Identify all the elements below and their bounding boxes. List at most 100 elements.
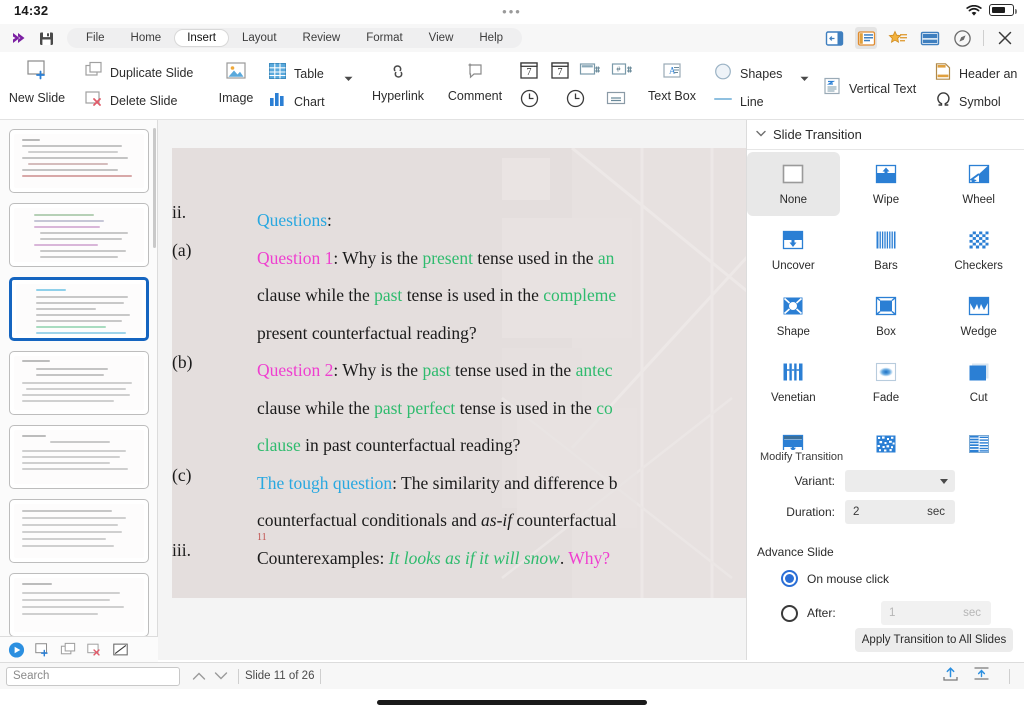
image-button[interactable]: Image xyxy=(212,60,260,105)
transition-wheel[interactable]: Wheel xyxy=(932,152,1024,216)
slide-text-span: : Why is the xyxy=(333,360,422,380)
collapse-sidebar-icon[interactable] xyxy=(823,27,845,49)
help-compass-icon[interactable] xyxy=(951,27,973,49)
slide-line-marker: (b) xyxy=(172,352,232,373)
favorites-icon[interactable] xyxy=(887,27,909,49)
close-icon[interactable] xyxy=(994,27,1016,49)
tab-view[interactable]: View xyxy=(416,29,467,47)
export-icon[interactable] xyxy=(941,665,960,687)
slide-line: (b) Question 2: Why is the past tense us… xyxy=(257,352,746,390)
header-and-footer-button[interactable]: Header an xyxy=(934,62,1017,86)
delete-slide-button[interactable]: Delete Slide xyxy=(84,89,177,113)
transition-box[interactable]: Box xyxy=(840,284,933,348)
tab-insert[interactable]: Insert xyxy=(174,29,229,47)
fit-slide-icon[interactable] xyxy=(972,665,991,687)
variant-select[interactable] xyxy=(845,470,955,492)
presenter-view-icon[interactable] xyxy=(919,27,941,49)
hyperlink-button[interactable]: Hyperlink xyxy=(366,62,430,103)
transition-venetian[interactable]: Venetian xyxy=(747,350,840,414)
slide-text-span: Question 1 xyxy=(257,248,333,268)
duplicate-slide-icon[interactable] xyxy=(60,641,77,658)
battery-icon xyxy=(989,4,1014,16)
slide-canvas[interactable]: ii. Questions: (a) Question 1: Why is th… xyxy=(158,120,746,660)
tab-review[interactable]: Review xyxy=(290,29,354,47)
slide-thumbnail-panel[interactable] xyxy=(0,120,158,660)
delete-slide-icon[interactable] xyxy=(86,641,103,658)
vertical-text-button[interactable]: Vertical Text xyxy=(822,76,916,101)
tab-help[interactable]: Help xyxy=(466,29,516,47)
transition-shape[interactable]: Shape xyxy=(747,284,840,348)
slide-text-span: antec xyxy=(576,360,613,380)
save-icon[interactable] xyxy=(38,30,55,47)
after-row[interactable]: After: 1 sec xyxy=(747,601,1024,625)
slide-text-span: past xyxy=(422,360,450,380)
slide-thumbnail-2[interactable] xyxy=(9,203,149,267)
chevron-down-icon[interactable] xyxy=(756,129,766,140)
transition-wipe[interactable]: Wipe xyxy=(840,152,933,216)
shapes-button[interactable]: Shapes xyxy=(713,62,782,86)
transition-label: Fade xyxy=(873,392,899,404)
slide-thumbnail-3[interactable] xyxy=(9,277,149,341)
variant-label: Variant: xyxy=(747,474,845,488)
on-mouse-click-row[interactable]: On mouse click xyxy=(747,570,1024,587)
slide-thumbnail-6[interactable] xyxy=(9,499,149,563)
duration-input[interactable]: 2 sec xyxy=(845,500,955,524)
table-button[interactable]: Table xyxy=(268,62,324,85)
transition-none[interactable]: None xyxy=(747,152,840,216)
duplicate-slide-button[interactable]: Duplicate Slide xyxy=(84,61,193,85)
slide-text-span: an xyxy=(598,248,615,268)
slide-thumbnail-5[interactable] xyxy=(9,425,149,489)
thumbnail-preview xyxy=(14,208,144,262)
transition-shape-icon xyxy=(775,295,811,322)
play-slideshow-icon[interactable] xyxy=(8,641,25,658)
comment-button[interactable]: Comment xyxy=(444,61,506,103)
time-button[interactable] xyxy=(519,88,540,114)
slide-thumbnail-1[interactable] xyxy=(9,129,149,193)
new-slide-button[interactable]: New Slide xyxy=(8,58,66,105)
tab-format[interactable]: Format xyxy=(353,29,415,47)
symbol-button[interactable]: Symbol xyxy=(934,90,1001,114)
apply-transition-to-all-slides-button[interactable]: Apply Transition to All Slides xyxy=(855,628,1013,652)
new-slide-icon[interactable] xyxy=(34,641,51,658)
transition-bars[interactable]: Bars xyxy=(840,218,933,282)
date-button[interactable]: 7 xyxy=(518,60,540,85)
slide-text-span: tense is used in the xyxy=(402,285,543,305)
after-radio[interactable] xyxy=(781,605,798,622)
transition-label: Uncover xyxy=(772,260,815,272)
slide-text-span: clause xyxy=(257,435,301,455)
tab-file[interactable]: File xyxy=(73,29,118,47)
slide-number-button[interactable] xyxy=(578,60,602,85)
tab-home[interactable]: Home xyxy=(118,29,175,47)
date-alt-button[interactable]: 7 xyxy=(549,60,571,85)
search-prev-button[interactable] xyxy=(188,665,210,687)
slide-layout-icon[interactable] xyxy=(112,641,129,658)
search-input[interactable]: Search xyxy=(6,667,180,686)
outline-view-icon[interactable] xyxy=(855,27,877,49)
variant-row: Variant: xyxy=(747,470,1024,492)
new-slide-label: New Slide xyxy=(9,91,65,105)
transition-checkers[interactable]: Checkers xyxy=(932,218,1024,282)
transition-cut[interactable]: Cut xyxy=(932,350,1024,414)
line-button[interactable]: Line xyxy=(713,91,764,112)
transition-panel-header[interactable]: Slide Transition xyxy=(747,120,1024,150)
slide-thumbnail-7[interactable] xyxy=(9,573,149,637)
slide-thumbnail-4[interactable] xyxy=(9,351,149,415)
slide-count-button[interactable]: # xyxy=(610,60,634,85)
transition-fade[interactable]: Fade xyxy=(840,350,933,414)
shapes-dropdown-arrow[interactable] xyxy=(800,69,809,87)
chart-button[interactable]: Chart xyxy=(268,90,325,113)
text-box-button[interactable]: A Text Box xyxy=(641,61,703,103)
table-dropdown-arrow[interactable] xyxy=(344,69,353,87)
transition-wedge[interactable]: Wedge xyxy=(932,284,1024,348)
placeholder-button[interactable] xyxy=(605,90,627,111)
slide-body-text: ii. Questions: (a) Question 1: Why is th… xyxy=(257,202,746,577)
after-duration-input[interactable]: 1 sec xyxy=(881,601,991,625)
time-alt-button[interactable] xyxy=(565,88,586,114)
panel-scrollbar[interactable] xyxy=(153,128,156,248)
tab-layout[interactable]: Layout xyxy=(229,29,290,47)
on-mouse-click-radio[interactable] xyxy=(781,570,798,587)
transition-uncover[interactable]: Uncover xyxy=(747,218,840,282)
current-slide[interactable]: ii. Questions: (a) Question 1: Why is th… xyxy=(172,148,746,598)
ribbon-tab-bar: File Home Insert Layout Review Format Vi… xyxy=(0,24,1024,52)
search-next-button[interactable] xyxy=(210,665,232,687)
